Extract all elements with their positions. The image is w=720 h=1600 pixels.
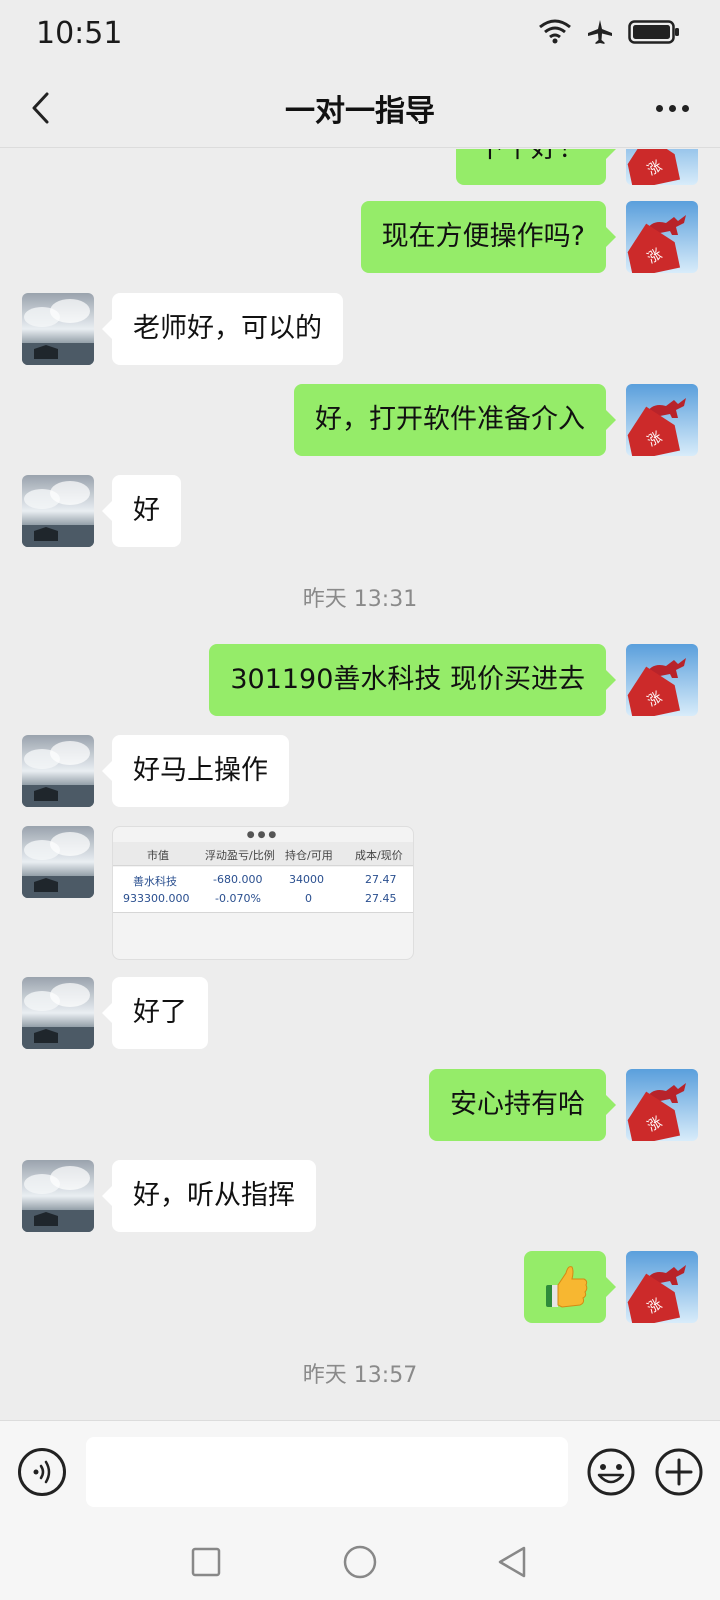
avatar[interactable] bbox=[22, 475, 94, 547]
table-cell: 27.47 bbox=[365, 873, 397, 886]
holdings-header: 市值 浮动盈亏/比例 持仓/可用 成本/现价 bbox=[113, 842, 413, 866]
chat-title: 一对一指导 bbox=[285, 94, 435, 129]
voice-icon bbox=[33, 1460, 51, 1484]
table-cell: -680.000 bbox=[213, 873, 263, 886]
page-dots: ●●● bbox=[246, 830, 280, 840]
avatar[interactable] bbox=[22, 826, 94, 898]
message-timestamp: 昨天 13:57 bbox=[302, 1363, 418, 1388]
status-bar: 10:51 bbox=[0, 0, 720, 68]
message-bubble[interactable] bbox=[524, 1251, 616, 1323]
table-cell: 27.45 bbox=[365, 892, 397, 905]
message-bubble[interactable]: 老师好，可以的 bbox=[102, 293, 343, 365]
message-bubble[interactable]: 好了 bbox=[102, 977, 208, 1049]
recents-button[interactable] bbox=[184, 1540, 228, 1584]
more-button[interactable] bbox=[648, 86, 696, 130]
status-time: 10:51 bbox=[36, 16, 123, 51]
system-navigation-bar bbox=[0, 1520, 720, 1600]
message-list[interactable]: 下午好！ 现在方便操作吗? 老师好，可以的 好，打开软件准备介入 好 昨天 13… bbox=[0, 149, 720, 1420]
avatar[interactable] bbox=[626, 149, 698, 185]
image-message[interactable]: ●●● 市值 浮动盈亏/比例 持仓/可用 成本/现价 善水科技 -680.000… bbox=[112, 826, 414, 960]
message-bubble[interactable]: 安心持有哈 bbox=[429, 1069, 616, 1141]
avatar[interactable] bbox=[626, 644, 698, 716]
table-cell: 933300.000 bbox=[123, 892, 190, 905]
holdings-body: 善水科技 -680.000 34000 27.47 933300.000 -0.… bbox=[113, 867, 413, 913]
avatar[interactable] bbox=[626, 384, 698, 456]
home-button[interactable] bbox=[338, 1540, 382, 1584]
battery-icon bbox=[628, 20, 679, 44]
avatar[interactable] bbox=[22, 293, 94, 365]
avatar[interactable] bbox=[22, 735, 94, 807]
emoji-smile-icon[interactable] bbox=[586, 1447, 636, 1497]
header-cell: 持仓/可用 bbox=[285, 849, 333, 862]
thumbs-up-icon bbox=[546, 1266, 588, 1308]
chat-header: 一对一指导 bbox=[0, 68, 720, 148]
message-bubble[interactable]: 好马上操作 bbox=[102, 735, 289, 807]
header-cell: 市值 bbox=[147, 849, 169, 862]
avatar[interactable] bbox=[22, 977, 94, 1049]
avatar[interactable] bbox=[626, 1069, 698, 1141]
table-cell: -0.070% bbox=[215, 892, 261, 905]
avatar[interactable] bbox=[22, 1160, 94, 1232]
message-bubble[interactable]: 现在方便操作吗? bbox=[360, 201, 617, 273]
airplane-icon bbox=[588, 20, 612, 44]
wifi-icon bbox=[539, 19, 571, 44]
message-input[interactable] bbox=[86, 1437, 568, 1507]
plus-circle-icon[interactable] bbox=[654, 1447, 704, 1497]
more-dots-icon bbox=[655, 104, 663, 112]
message-bubble[interactable]: 好，听从指挥 bbox=[102, 1160, 316, 1232]
avatar[interactable] bbox=[626, 1251, 698, 1323]
table-cell: 0 bbox=[305, 892, 312, 905]
avatar[interactable] bbox=[626, 201, 698, 273]
status-icons bbox=[538, 18, 680, 46]
table-cell: 善水科技 bbox=[133, 875, 177, 888]
message-timestamp: 昨天 13:31 bbox=[302, 587, 418, 612]
circle-icon bbox=[343, 1545, 377, 1579]
table-cell: 34000 bbox=[289, 873, 324, 886]
input-bar bbox=[0, 1420, 720, 1520]
square-icon bbox=[191, 1547, 221, 1577]
header-cell: 成本/现价 bbox=[355, 849, 403, 862]
voice-button[interactable] bbox=[18, 1448, 66, 1496]
triangle-back-icon bbox=[498, 1546, 526, 1578]
message-bubble[interactable]: 好，打开软件准备介入 bbox=[294, 384, 616, 456]
back-nav-button[interactable] bbox=[490, 1540, 534, 1584]
header-cell: 浮动盈亏/比例 bbox=[205, 849, 275, 862]
message-bubble[interactable]: 下午好！ bbox=[456, 149, 616, 185]
message-bubble[interactable]: 好 bbox=[102, 475, 181, 547]
message-bubble[interactable]: 301190善水科技 现价买进去 bbox=[209, 644, 616, 716]
